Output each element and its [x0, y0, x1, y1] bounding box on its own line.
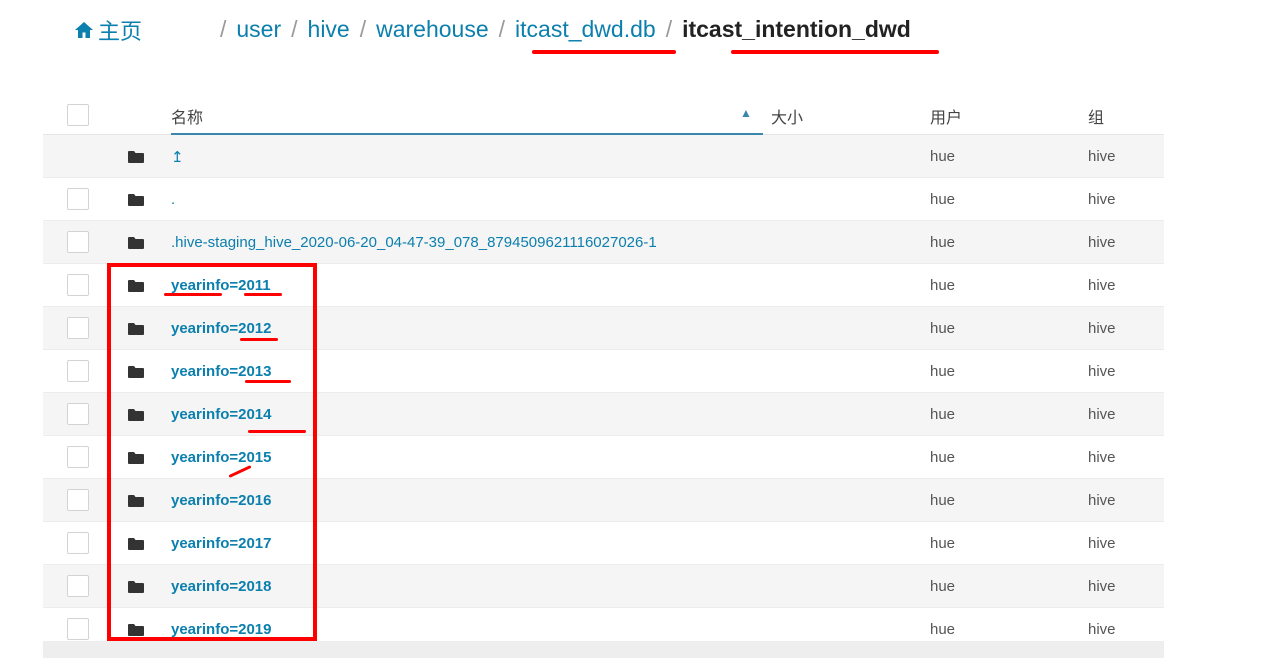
file-user: hue	[930, 492, 956, 509]
file-user: hue	[930, 191, 956, 208]
row-checkbox[interactable]	[67, 188, 89, 210]
file-name-link[interactable]: yearinfo=2016	[171, 492, 271, 509]
column-header-group[interactable]: 组	[1088, 104, 1104, 128]
breadcrumb-separator: /	[359, 16, 367, 42]
table-row[interactable]: . hue hive	[43, 178, 1164, 221]
row-checkbox[interactable]	[67, 446, 89, 468]
file-group: hive	[1088, 492, 1116, 509]
file-group: hive	[1088, 148, 1116, 165]
file-group: hive	[1088, 320, 1116, 337]
file-user: hue	[930, 406, 956, 423]
home-icon	[75, 22, 93, 38]
breadcrumb-link-user[interactable]: user	[236, 16, 281, 43]
table-header: 名称 ▲ 大小 用户 组	[43, 90, 1164, 135]
file-group: hive	[1088, 363, 1116, 380]
folder-icon	[128, 236, 144, 249]
row-checkbox[interactable]	[67, 575, 89, 597]
table-footer	[43, 641, 1164, 658]
file-user: hue	[930, 535, 956, 552]
select-all-checkbox[interactable]	[67, 104, 89, 126]
file-name-link[interactable]: .	[171, 191, 175, 208]
file-name-link[interactable]: yearinfo=2017	[171, 535, 271, 552]
breadcrumb-separator: /	[665, 16, 673, 42]
column-header-name[interactable]: 名称	[171, 104, 203, 128]
row-checkbox[interactable]	[67, 274, 89, 296]
file-group: hive	[1088, 191, 1116, 208]
folder-icon	[128, 494, 144, 507]
file-name-link[interactable]: yearinfo=2014	[171, 406, 271, 423]
row-checkbox[interactable]	[67, 360, 89, 382]
folder-icon	[128, 193, 144, 206]
row-checkbox[interactable]	[67, 403, 89, 425]
breadcrumb-separator: /	[220, 16, 227, 42]
folder-icon	[128, 580, 144, 593]
table-row[interactable]: yearinfo=2017 hue hive	[43, 522, 1164, 565]
breadcrumb-separator: /	[291, 16, 298, 42]
breadcrumb-current: itcast_intention_dwd	[682, 16, 911, 42]
folder-icon	[128, 408, 144, 421]
table-row[interactable]: yearinfo=2011 hue hive	[43, 264, 1164, 307]
file-user: hue	[930, 363, 956, 380]
breadcrumb-link-database[interactable]: itcast_dwd.db	[515, 16, 656, 43]
file-name-link[interactable]: yearinfo=2013	[171, 363, 271, 380]
table-row[interactable]: yearinfo=2013 hue hive	[43, 350, 1164, 393]
row-checkbox[interactable]	[67, 231, 89, 253]
file-table: 名称 ▲ 大小 用户 组 ↥ hue hive. hue hive .hive-stagi…	[43, 90, 1164, 651]
table-row[interactable]: yearinfo=2015 hue hive	[43, 436, 1164, 479]
file-group: hive	[1088, 449, 1116, 466]
folder-icon	[128, 451, 144, 464]
breadcrumb-link-warehouse[interactable]: warehouse	[376, 16, 489, 43]
file-name-link[interactable]: ↥	[171, 148, 184, 166]
folder-icon	[128, 322, 144, 335]
file-name-link[interactable]: yearinfo=2019	[171, 621, 271, 638]
file-user: hue	[930, 449, 956, 466]
file-name-link[interactable]: yearinfo=2018	[171, 578, 271, 595]
breadcrumb-separator: /	[498, 16, 506, 42]
folder-icon	[128, 537, 144, 550]
folder-icon	[128, 150, 144, 163]
row-checkbox[interactable]	[67, 489, 89, 511]
file-user: hue	[930, 277, 956, 294]
table-row[interactable]: yearinfo=2016 hue hive	[43, 479, 1164, 522]
row-checkbox[interactable]	[67, 317, 89, 339]
file-group: hive	[1088, 406, 1116, 423]
folder-icon	[128, 279, 144, 292]
file-group: hive	[1088, 578, 1116, 595]
row-checkbox[interactable]	[67, 618, 89, 640]
file-group: hive	[1088, 621, 1116, 638]
breadcrumb: 主页 / user / hive / warehouse / itcast_dw…	[0, 14, 1267, 54]
file-user: hue	[930, 578, 956, 595]
table-row[interactable]: .hive-staging_hive_2020-06-20_04-47-39_0…	[43, 221, 1164, 264]
file-user: hue	[930, 320, 956, 337]
column-header-user[interactable]: 用户	[930, 104, 962, 128]
table-row[interactable]: yearinfo=2012 hue hive	[43, 307, 1164, 350]
home-label: 主页	[98, 19, 143, 44]
file-group: hive	[1088, 234, 1116, 251]
file-name-link[interactable]: .hive-staging_hive_2020-06-20_04-47-39_0…	[171, 234, 657, 251]
folder-icon	[128, 623, 144, 636]
file-name-link[interactable]: yearinfo=2012	[171, 320, 271, 337]
file-user: hue	[930, 148, 956, 165]
sort-ascending-icon[interactable]: ▲	[740, 106, 752, 120]
file-name-link[interactable]: yearinfo=2015	[171, 449, 271, 466]
file-user: hue	[930, 234, 956, 251]
file-user: hue	[930, 621, 956, 638]
breadcrumb-link-hive[interactable]: hive	[308, 16, 350, 43]
column-header-size[interactable]: 大小	[771, 104, 803, 128]
folder-icon	[128, 365, 144, 378]
table-body: ↥ hue hive. hue hive .hive-staging_hive_2020-…	[43, 135, 1164, 651]
file-group: hive	[1088, 277, 1116, 294]
table-row[interactable]: yearinfo=2018 hue hive	[43, 565, 1164, 608]
table-row[interactable]: ↥ hue hive	[43, 135, 1164, 178]
row-checkbox[interactable]	[67, 532, 89, 554]
file-group: hive	[1088, 535, 1116, 552]
table-row[interactable]: yearinfo=2014 hue hive	[43, 393, 1164, 436]
home-link[interactable]: 主页	[74, 14, 142, 46]
file-name-link[interactable]: yearinfo=2011	[171, 277, 271, 294]
